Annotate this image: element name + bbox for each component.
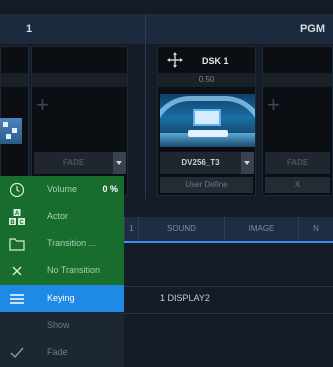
- svg-text:A: A: [15, 211, 20, 217]
- slot-value: [1, 73, 28, 87]
- abc-icon: A B C: [9, 209, 25, 225]
- chevron-down-icon[interactable]: [113, 152, 126, 174]
- menu-item-show[interactable]: Show: [0, 312, 124, 339]
- slot-name: FADE: [265, 152, 330, 174]
- slot-value[interactable]: 0.50: [158, 73, 255, 87]
- svg-text:C: C: [19, 220, 24, 225]
- menu-item-label: Keying: [47, 293, 75, 303]
- display-item[interactable]: 1 DISPLAY2: [160, 293, 210, 303]
- add-icon[interactable]: +: [267, 94, 280, 116]
- tab-1[interactable]: 1: [124, 217, 138, 241]
- close-icon: [12, 266, 22, 276]
- menu-item-label: Show: [47, 320, 70, 330]
- divider: [124, 313, 333, 314]
- menu-item-label: Actor: [47, 211, 69, 221]
- slot-empty[interactable]: + FADE: [31, 46, 128, 196]
- clock-icon: [9, 182, 25, 198]
- menu-item-label: Fade: [47, 347, 68, 357]
- slot-name: DV256_T3: [160, 152, 241, 174]
- folder-icon: [9, 238, 25, 251]
- check-icon: [10, 347, 24, 359]
- move-icon[interactable]: [167, 52, 183, 68]
- header-bar: [0, 14, 333, 44]
- slot-thumbnail[interactable]: [0, 118, 22, 144]
- slot-title: DSK 1: [202, 56, 229, 66]
- tab-image[interactable]: IMAGE: [224, 217, 298, 241]
- menu-item-volume[interactable]: Volume 0 %: [0, 176, 124, 203]
- pgm-label: PGM: [299, 23, 325, 35]
- slot-dsk1[interactable]: DSK 1 0.50 DV256_T3 User Define: [157, 46, 256, 196]
- tab-n[interactable]: N: [298, 217, 333, 241]
- add-icon[interactable]: +: [36, 94, 49, 116]
- menu-item-fade[interactable]: Fade: [0, 339, 124, 367]
- menu-item-keying[interactable]: Keying: [0, 285, 124, 312]
- menu-item-actor[interactable]: A B C Actor: [0, 203, 124, 230]
- divider: [145, 14, 146, 199]
- header-number: 1: [26, 23, 33, 35]
- menu-item-label: No Transition: [47, 265, 101, 275]
- slot-name: FADE: [34, 152, 113, 174]
- tab-sound[interactable]: SOUND: [138, 217, 224, 241]
- context-menu: Volume 0 % A B C Actor Transition ... No…: [0, 176, 124, 367]
- divider: [124, 286, 333, 287]
- menu-item-label: Volume: [47, 184, 78, 194]
- slot-value: [263, 73, 332, 87]
- slot-x-button[interactable]: X: [265, 177, 330, 193]
- chevron-down-icon[interactable]: [241, 152, 254, 174]
- menu-item-no-transition[interactable]: No Transition: [0, 257, 124, 284]
- studio-thumbnail[interactable]: [160, 94, 255, 147]
- menu-item-label: Transition ...: [47, 238, 97, 248]
- menu-item-transition[interactable]: Transition ...: [0, 230, 124, 257]
- svg-text:B: B: [10, 220, 15, 225]
- volume-value: 0 %: [102, 184, 118, 194]
- slot-right[interactable]: + FADE X: [262, 46, 333, 196]
- user-define-button[interactable]: User Define: [160, 177, 253, 193]
- menu-lines-icon: [10, 294, 24, 304]
- slot-value: [32, 73, 127, 87]
